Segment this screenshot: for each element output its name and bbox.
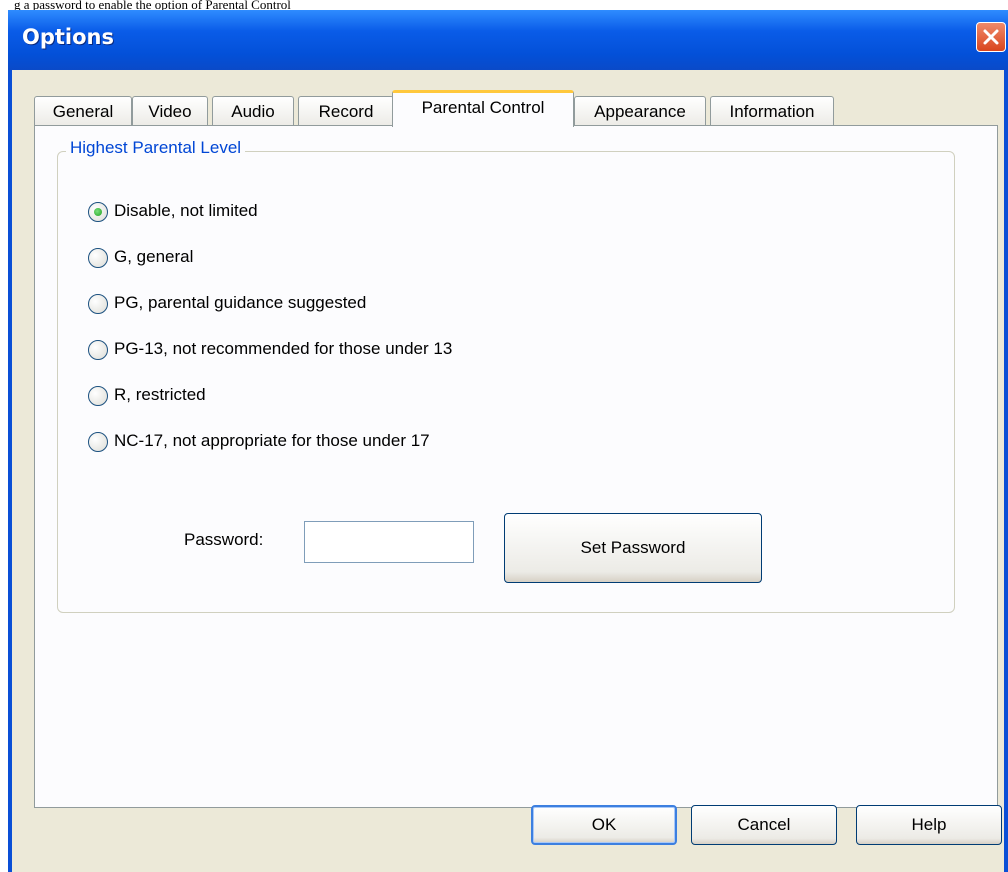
radio-label: PG, parental guidance suggested (114, 293, 367, 312)
background-text: g a password to enable the option of Par… (14, 0, 291, 10)
close-icon (983, 29, 999, 45)
close-button[interactable] (976, 22, 1006, 52)
tab-appearance[interactable]: Appearance (574, 96, 706, 126)
radio-label: Disable, not limited (114, 201, 258, 220)
radio-selected-dot (94, 208, 102, 216)
tab-video[interactable]: Video (132, 96, 208, 126)
ok-button[interactable]: OK (531, 805, 677, 845)
radio-button[interactable] (88, 202, 108, 222)
tab-general[interactable]: General (34, 96, 132, 126)
tab-record[interactable]: Record (298, 96, 394, 126)
parental-level-group: Highest Parental Level Disable, not limi… (57, 138, 955, 613)
radio-button[interactable] (88, 386, 108, 406)
window-title: Options (22, 25, 114, 49)
group-title: Highest Parental Level (66, 138, 246, 158)
radio-button[interactable] (88, 294, 108, 314)
radio-label: R, restricted (114, 385, 206, 404)
tab-information[interactable]: Information (710, 96, 834, 126)
options-dialog: Options General Video Audio Record Paren… (8, 10, 1008, 872)
radio-label: G, general (114, 247, 194, 266)
title-bar[interactable]: Options (8, 10, 1008, 70)
radio-label: PG-13, not recommended for those under 1… (114, 339, 453, 358)
tab-parental-control[interactable]: Parental Control (392, 90, 574, 127)
radio-label: NC-17, not appropriate for those under 1… (114, 431, 430, 450)
cancel-button[interactable]: Cancel (691, 805, 837, 845)
radio-button[interactable] (88, 432, 108, 452)
password-input[interactable] (304, 521, 474, 563)
set-password-button[interactable]: Set Password (504, 513, 762, 583)
radio-button[interactable] (88, 340, 108, 360)
tab-audio[interactable]: Audio (212, 96, 294, 126)
help-button[interactable]: Help (856, 805, 1002, 845)
dialog-client-area: General Video Audio Record Parental Cont… (12, 70, 1004, 872)
tab-panel: Highest Parental Level Disable, not limi… (34, 125, 998, 808)
radio-button[interactable] (88, 248, 108, 268)
password-label: Password: (184, 530, 264, 549)
